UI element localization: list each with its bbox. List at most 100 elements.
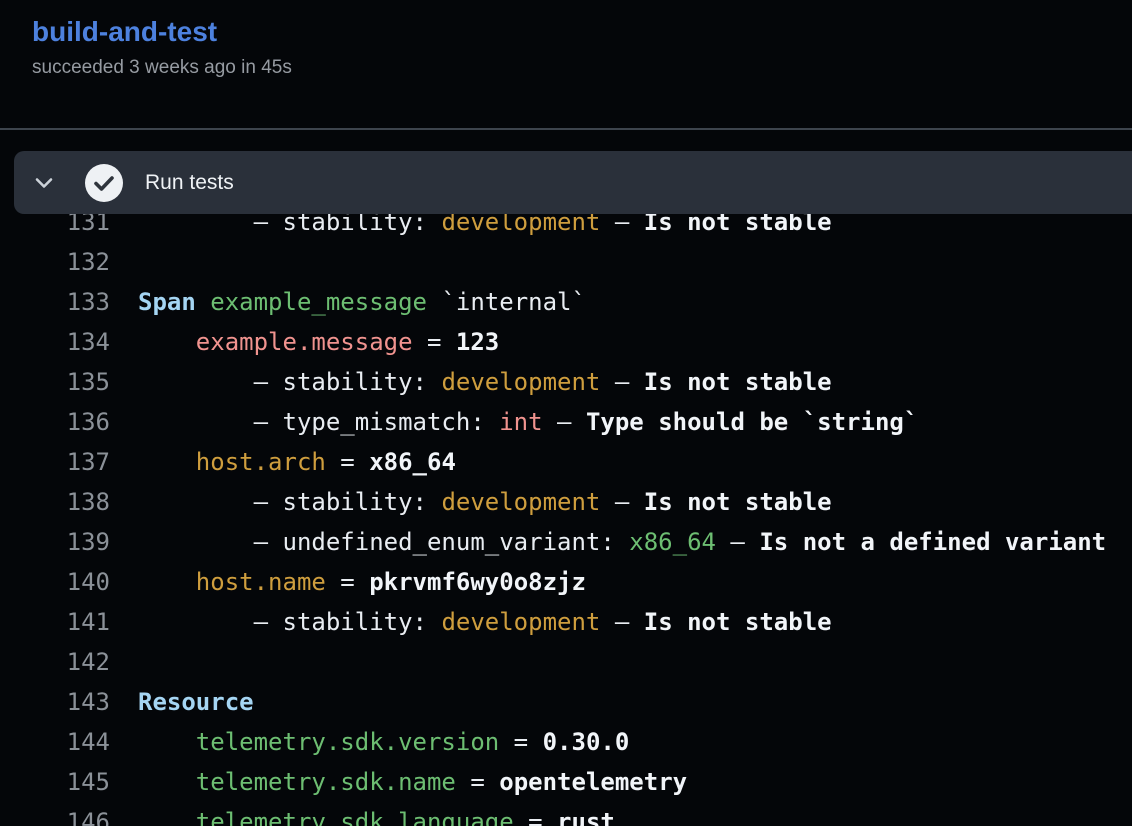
log-segment [138, 728, 196, 756]
log-segment: host.arch [196, 448, 326, 476]
log-segment: – [600, 608, 643, 636]
log-segment [138, 808, 196, 826]
log-segment [138, 768, 196, 796]
log-line: 140 host.name = pkrvmf6wy0o8zjz [0, 562, 1106, 602]
log-segment: – [600, 488, 643, 516]
log-segment: 0.30.0 [543, 728, 630, 756]
log-segment: = [499, 728, 542, 756]
job-header: build-and-test succeeded 3 weeks ago in … [0, 0, 1132, 80]
line-number-link[interactable]: 143 [0, 682, 110, 722]
log-line-text: – stability: development – Is not stable [138, 482, 832, 522]
line-number-link[interactable]: 145 [0, 762, 110, 802]
log-segment: development [441, 488, 600, 516]
log-segment: Is not stable [644, 608, 832, 636]
line-number-link[interactable]: 136 [0, 402, 110, 442]
log-segment: – type_mismatch: [138, 408, 499, 436]
log-line-text: Resource [138, 682, 254, 722]
log-segment: 123 [456, 328, 499, 356]
log-segment: – undefined_enum_variant: [138, 528, 629, 556]
log-segment: = [326, 568, 369, 596]
log-line-text: host.arch = x86_64 [138, 442, 456, 482]
log-line-text: – stability: development – Is not stable [138, 602, 832, 642]
log-segment: telemetry.sdk.language [196, 808, 514, 826]
log-segment: telemetry.sdk.version [196, 728, 499, 756]
line-number-link[interactable]: 138 [0, 482, 110, 522]
line-number-link[interactable]: 141 [0, 602, 110, 642]
log-line: 145 telemetry.sdk.name = opentelemetry [0, 762, 1106, 802]
chevron-down-icon [33, 172, 55, 194]
log-line: 132 [0, 242, 1106, 282]
log-line-text: telemetry.sdk.language = rust [138, 802, 615, 826]
line-number-link[interactable]: 135 [0, 362, 110, 402]
line-number-link[interactable]: 137 [0, 442, 110, 482]
log-segment: – [716, 528, 759, 556]
log-segment: pkrvmf6wy0o8zjz [369, 568, 586, 596]
log-segment: development [441, 368, 600, 396]
log-line: 138 – stability: development – Is not st… [0, 482, 1106, 522]
log-line: 136 – type_mismatch: int – Type should b… [0, 402, 1106, 442]
log-segment: rust [557, 808, 615, 826]
log-viewer[interactable]: Run tests 131 – stability: development –… [0, 130, 1132, 826]
line-number-link[interactable]: 142 [0, 642, 110, 682]
log-segment: – [543, 408, 586, 436]
log-line: 144 telemetry.sdk.version = 0.30.0 [0, 722, 1106, 762]
log-segment: example.message [196, 328, 413, 356]
log-segment [196, 288, 210, 316]
log-segment: = [413, 328, 456, 356]
log-line: 133 Span example_message `internal` [0, 282, 1106, 322]
log-segment: – stability: [138, 488, 441, 516]
log-line: 137 host.arch = x86_64 [0, 442, 1106, 482]
log-segment: x86_64 [629, 528, 716, 556]
log-segment: = [456, 768, 499, 796]
job-status-line: succeeded 3 weeks ago in 45s [32, 56, 1100, 80]
log-line-text: – stability: development – Is not stable [138, 362, 832, 402]
log-line-text: example.message = 123 [138, 322, 499, 362]
step-header-run-tests[interactable]: Run tests [14, 151, 1132, 214]
job-title-link[interactable]: build-and-test [32, 15, 217, 49]
log-line: 135 – stability: development – Is not st… [0, 362, 1106, 402]
log-segment: opentelemetry [499, 768, 687, 796]
log-segment: example_message [210, 288, 427, 316]
log-segment: Is not stable [644, 368, 832, 396]
log-segment: Is not stable [644, 488, 832, 516]
log-segment: `internal` [427, 288, 586, 316]
log-segment: = [514, 808, 557, 826]
line-number-link[interactable]: 140 [0, 562, 110, 602]
log-lines: 131 – stability: development – Is not st… [0, 202, 1106, 826]
line-number-link[interactable]: 144 [0, 722, 110, 762]
line-number-link[interactable]: 132 [0, 242, 110, 282]
log-line: 142 [0, 642, 1106, 682]
step-name: Run tests [145, 171, 234, 195]
log-segment: – [600, 368, 643, 396]
log-segment: Resource [138, 688, 254, 716]
workflow-log-page: { "header": { "job_name": "build-and-tes… [0, 0, 1132, 826]
log-segment: x86_64 [369, 448, 456, 476]
log-line-text: – type_mismatch: int – Type should be `s… [138, 402, 918, 442]
log-segment: – stability: [138, 368, 441, 396]
log-segment: Type should be `string` [586, 408, 918, 436]
log-line-text: telemetry.sdk.version = 0.30.0 [138, 722, 629, 762]
log-segment: = [326, 448, 369, 476]
log-line: 141 – stability: development – Is not st… [0, 602, 1106, 642]
log-segment: development [441, 608, 600, 636]
log-line-text: Span example_message `internal` [138, 282, 586, 322]
log-segment: Span [138, 288, 196, 316]
log-line: 146 telemetry.sdk.language = rust [0, 802, 1106, 826]
log-line-text: – undefined_enum_variant: x86_64 – Is no… [138, 522, 1106, 562]
log-segment: int [499, 408, 542, 436]
log-line: 143 Resource [0, 682, 1106, 722]
log-segment: telemetry.sdk.name [196, 768, 456, 796]
check-circle-icon [85, 164, 123, 202]
log-segment [138, 568, 196, 596]
log-line-text: host.name = pkrvmf6wy0o8zjz [138, 562, 586, 602]
log-line: 134 example.message = 123 [0, 322, 1106, 362]
line-number-link[interactable]: 133 [0, 282, 110, 322]
log-line: 139 – undefined_enum_variant: x86_64 – I… [0, 522, 1106, 562]
log-line-text: telemetry.sdk.name = opentelemetry [138, 762, 687, 802]
line-number-link[interactable]: 134 [0, 322, 110, 362]
line-number-link[interactable]: 146 [0, 802, 110, 826]
log-segment [138, 328, 196, 356]
log-segment [138, 448, 196, 476]
line-number-link[interactable]: 139 [0, 522, 110, 562]
log-segment: Is not a defined variant [759, 528, 1106, 556]
